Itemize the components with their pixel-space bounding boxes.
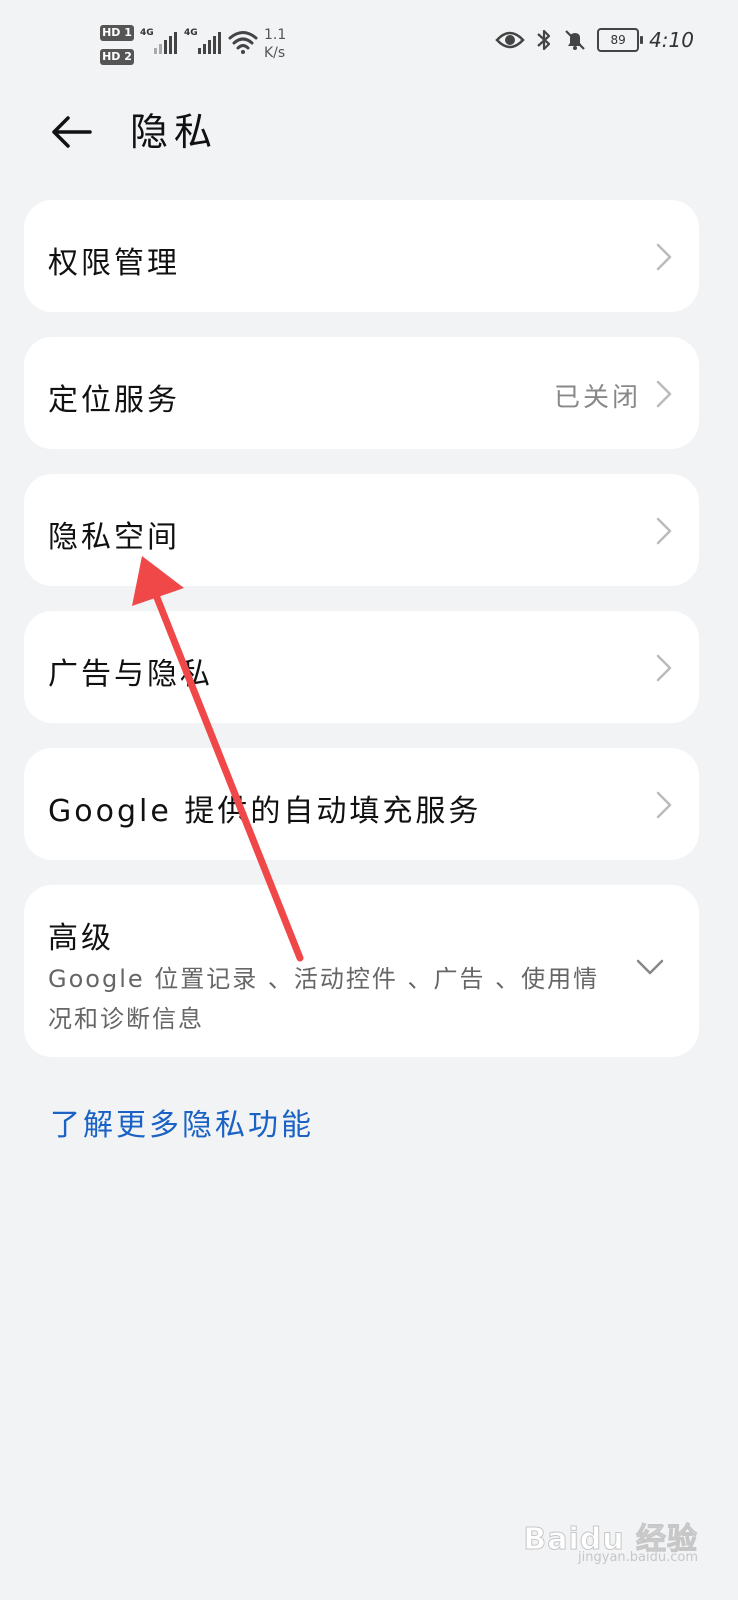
annotation-arrow xyxy=(132,556,304,962)
watermark-url: jingyan.baidu.com xyxy=(578,1550,698,1565)
baidu-watermark: Baidu 经验 jingyan.baidu.com xyxy=(523,1514,698,1566)
